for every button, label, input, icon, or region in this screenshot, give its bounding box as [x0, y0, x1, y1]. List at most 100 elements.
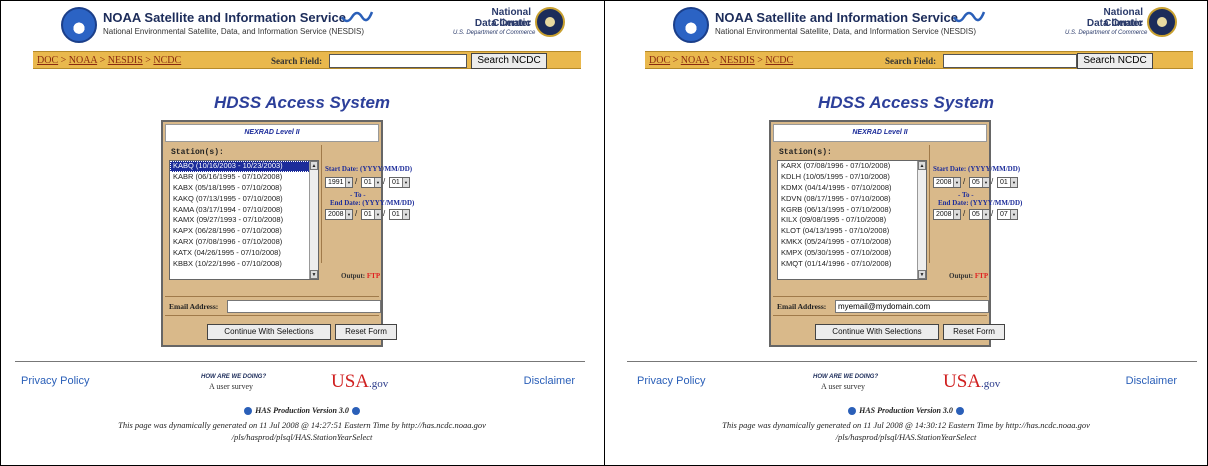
dropdown-arrow-icon: ▼: [953, 210, 960, 219]
disclaimer-link[interactable]: Disclaimer: [524, 375, 575, 387]
dropdown-arrow-icon: ▼: [1010, 178, 1017, 187]
station-option[interactable]: KABQ (10/16/2003 - 10/23/2003): [170, 161, 310, 172]
breadcrumb-link-noaa[interactable]: NOAA: [69, 55, 97, 66]
email-row: Email Address:: [165, 296, 381, 316]
station-option[interactable]: KATX (04/26/1995 - 07/10/2008): [170, 248, 310, 259]
station-option[interactable]: KAMA (03/17/1994 - 07/10/2008): [170, 205, 310, 216]
start-date-label: Start Date: (YYYY/MM/DD): [933, 165, 1021, 173]
station-option[interactable]: KDLH (10/05/1995 - 07/10/2008): [778, 172, 918, 183]
ncdc-name-line2: Data Center: [474, 18, 531, 29]
station-scrollbar[interactable]: ▲ ▼: [917, 161, 926, 279]
reset-form-button[interactable]: Reset Form: [943, 324, 1005, 340]
station-listbox[interactable]: KABQ (10/16/2003 - 10/23/2003) KABR (06/1…: [169, 160, 319, 280]
nexrad-form: NEXRAD Level II Station(s): KABQ (10/16/20…: [161, 120, 414, 347]
start-day-select-value: 01: [1000, 179, 1008, 186]
station-option[interactable]: KABR (06/16/1995 - 07/10/2008): [170, 172, 310, 183]
to-label: - To -: [958, 191, 974, 199]
has-version-line: HAS Production Version 3.0: [605, 406, 1207, 416]
station-option[interactable]: KAMX (09/27/1993 - 07/10/2008): [170, 215, 310, 226]
end-year-select[interactable]: 2008 ▼: [325, 209, 353, 220]
wave-logo-icon: [952, 9, 989, 25]
search-ncdc-button[interactable]: Search NCDC: [471, 53, 547, 69]
dropdown-arrow-icon: ▼: [1010, 210, 1017, 219]
station-option[interactable]: KMPX (05/30/1995 - 07/10/2008): [778, 248, 918, 259]
start-month-select[interactable]: 01 ▼: [361, 177, 382, 188]
has-version-line: HAS Production Version 3.0: [1, 406, 603, 416]
output-label: Output: FTP: [341, 272, 380, 280]
email-field[interactable]: myemail@mydomain.com: [835, 300, 989, 313]
start-year-select[interactable]: 1991 ▼: [325, 177, 353, 188]
station-option[interactable]: KBBX (10/22/1996 - 07/10/2008): [170, 259, 310, 270]
end-month-select[interactable]: 01 ▼: [361, 209, 382, 220]
station-option[interactable]: KMKX (05/24/1995 - 07/10/2008): [778, 237, 918, 248]
station-option[interactable]: KMQT (01/14/1996 - 07/10/2008): [778, 259, 918, 270]
usagov-gov-text: .gov: [369, 378, 389, 390]
station-option[interactable]: KDMX (04/14/1995 - 07/10/2008): [778, 183, 918, 194]
privacy-policy-link[interactable]: Privacy Policy: [21, 375, 89, 387]
noaa-title: NOAA Satellite and Information Service: [715, 10, 958, 25]
search-input[interactable]: [943, 54, 1077, 68]
search-input[interactable]: [329, 54, 467, 68]
breadcrumb-link-nesdis[interactable]: NESDIS: [720, 55, 755, 66]
station-option[interactable]: KABX (05/18/1995 - 07/10/2008): [170, 183, 310, 194]
browser-panel-right: NOAA Satellite and Information Service Na…: [605, 1, 1207, 465]
start-year-select[interactable]: 2008 ▼: [933, 177, 961, 188]
start-month-select[interactable]: 05 ▼: [969, 177, 990, 188]
end-day-select-value: 07: [1000, 211, 1008, 218]
station-option[interactable]: KDVN (08/17/1995 - 07/10/2008): [778, 194, 918, 205]
breadcrumb-link-noaa[interactable]: NOAA: [681, 55, 709, 66]
usagov-gov-text: .gov: [981, 378, 1001, 390]
station-option[interactable]: KLOT (04/13/1995 - 07/10/2008): [778, 226, 918, 237]
start-day-select[interactable]: 01 ▼: [997, 177, 1018, 188]
breadcrumb-separator: >: [97, 55, 108, 66]
noaa-logo-icon[interactable]: [673, 7, 709, 43]
breadcrumb-link-nesdis[interactable]: NESDIS: [108, 55, 143, 66]
breadcrumb-link-ncdc[interactable]: NCDC: [765, 55, 793, 66]
continue-button[interactable]: Continue With Selections: [815, 324, 939, 340]
gear-icon: [955, 407, 964, 416]
site-header: NOAA Satellite and Information Service Na…: [605, 7, 1207, 49]
privacy-policy-link[interactable]: Privacy Policy: [637, 375, 705, 387]
station-option[interactable]: KAPX (06/28/1996 - 07/10/2008): [170, 226, 310, 237]
survey-subtitle: A user survey: [821, 382, 865, 391]
reset-form-button[interactable]: Reset Form: [335, 324, 397, 340]
disclaimer-link[interactable]: Disclaimer: [1126, 375, 1177, 387]
breadcrumb-link-ncdc[interactable]: NCDC: [153, 55, 181, 66]
form-header: NEXRAD Level II: [773, 124, 987, 142]
usagov-logo[interactable]: USA.gov: [943, 371, 1000, 393]
end-day-select[interactable]: 01 ▼: [389, 209, 410, 220]
survey-link[interactable]: HOW ARE WE DOING?: [201, 374, 266, 380]
usagov-logo[interactable]: USA.gov: [331, 371, 388, 393]
station-scrollbar[interactable]: ▲ ▼: [309, 161, 318, 279]
scroll-up-icon[interactable]: ▲: [310, 161, 318, 170]
start-day-select[interactable]: 01 ▼: [389, 177, 410, 188]
station-option[interactable]: KARX (07/08/1996 - 07/10/2008): [778, 161, 918, 172]
end-year-select-value: 2008: [936, 211, 952, 218]
end-month-select[interactable]: 05 ▼: [969, 209, 990, 220]
continue-button[interactable]: Continue With Selections: [207, 324, 331, 340]
end-day-select[interactable]: 07 ▼: [997, 209, 1018, 220]
date-section: Start Date: (YYYY/MM/DD) 1991 ▼/01 ▼/01 ▼ - T…: [321, 145, 414, 263]
noaa-logo-icon[interactable]: [61, 7, 97, 43]
station-option[interactable]: KILX (09/08/1995 - 07/10/2008): [778, 215, 918, 226]
breadcrumb-link-doc[interactable]: DOC: [649, 55, 670, 66]
dropdown-arrow-icon: ▼: [374, 178, 381, 187]
station-option[interactable]: KARX (07/08/1996 - 07/10/2008): [170, 237, 310, 248]
gear-icon: [351, 407, 360, 416]
start-month-select-value: 05: [972, 179, 980, 186]
station-listbox[interactable]: KARX (07/08/1996 - 07/10/2008) KDLH (10/0…: [777, 160, 927, 280]
station-option[interactable]: KAKQ (07/13/1995 - 07/10/2008): [170, 194, 310, 205]
survey-link[interactable]: HOW ARE WE DOING?: [813, 374, 878, 380]
breadcrumb-link-doc[interactable]: DOC: [37, 55, 58, 66]
date-separator: /: [355, 209, 358, 218]
output-label-text: Output:: [949, 272, 974, 280]
doc-seal-icon: [535, 7, 565, 37]
scroll-down-icon[interactable]: ▼: [310, 270, 318, 279]
end-year-select[interactable]: 2008 ▼: [933, 209, 961, 220]
email-field[interactable]: [227, 300, 381, 313]
scroll-up-icon[interactable]: ▲: [918, 161, 926, 170]
nav-bar: DOC > NOAA > NESDIS > NCDC Search Field: S…: [645, 51, 1193, 69]
scroll-down-icon[interactable]: ▼: [918, 270, 926, 279]
search-ncdc-button[interactable]: Search NCDC: [1077, 53, 1153, 69]
station-option[interactable]: KGRB (06/13/1995 - 07/10/2008): [778, 205, 918, 216]
